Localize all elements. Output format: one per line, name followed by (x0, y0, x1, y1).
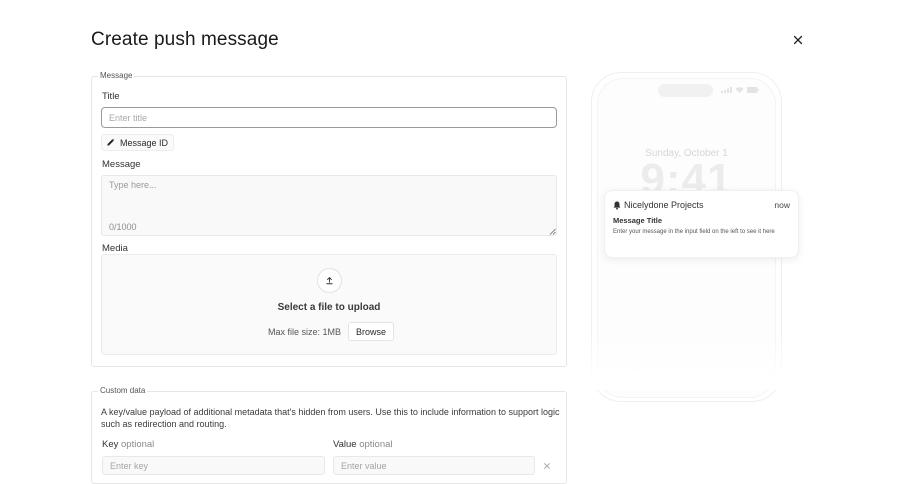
browse-button[interactable]: Browse (348, 322, 395, 341)
notification-title: Message Title (613, 216, 663, 225)
message-id-button[interactable]: Message ID (101, 134, 175, 151)
max-file-size: Max file size: 1MB (268, 327, 342, 337)
remove-row-button[interactable] (541, 460, 553, 472)
title-input[interactable] (101, 107, 557, 128)
value-label-text: Value (333, 439, 357, 450)
media-dropzone[interactable]: Select a file to upload Max file size: 1… (101, 254, 557, 355)
wifi-icon (735, 87, 744, 93)
pencil-icon (107, 138, 115, 146)
custom-data-description: A key/value payload of additional metada… (101, 407, 560, 429)
dynamic-island (658, 84, 713, 97)
close-button[interactable] (788, 30, 808, 50)
notification-body: Enter your message in the input field on… (613, 229, 775, 235)
value-input[interactable] (333, 456, 535, 475)
custom-data-legend: Custom data (98, 386, 148, 395)
bell-icon (613, 201, 621, 210)
upload-button[interactable] (317, 268, 342, 293)
page-title: Create push message (91, 29, 279, 50)
upload-arrow-icon (326, 277, 333, 285)
notification-time: now (774, 200, 790, 210)
value-optional-text: optional (359, 439, 393, 450)
close-icon (793, 35, 803, 45)
status-bar-icons (721, 87, 759, 93)
key-optional-text: optional (121, 439, 155, 450)
value-label: Value optional (333, 439, 393, 450)
message-id-label: Message ID (120, 137, 169, 148)
title-label: Title (102, 91, 120, 102)
notification-preview: Nicelydone Projects now Message Title En… (604, 190, 799, 258)
battery-icon (747, 87, 759, 93)
message-section: Message Title Message ID Message 0/1000 … (91, 71, 567, 367)
phone-fade (580, 330, 800, 390)
custom-data-section: Custom data A key/value payload of addit… (91, 386, 567, 484)
media-label: Media (102, 243, 128, 254)
resize-handle-icon[interactable] (549, 228, 556, 235)
key-input[interactable] (102, 456, 325, 475)
key-label-text: Key (102, 439, 119, 450)
key-label: Key optional (102, 439, 154, 450)
char-count: 0/1000 (109, 222, 137, 232)
close-icon (544, 463, 550, 469)
message-textarea[interactable] (101, 175, 557, 236)
upload-title: Select a file to upload (277, 302, 381, 313)
cellular-signal-icon (721, 87, 732, 93)
notification-app-name: Nicelydone Projects (624, 200, 704, 210)
message-label: Message (102, 159, 141, 170)
message-section-legend: Message (98, 71, 135, 80)
